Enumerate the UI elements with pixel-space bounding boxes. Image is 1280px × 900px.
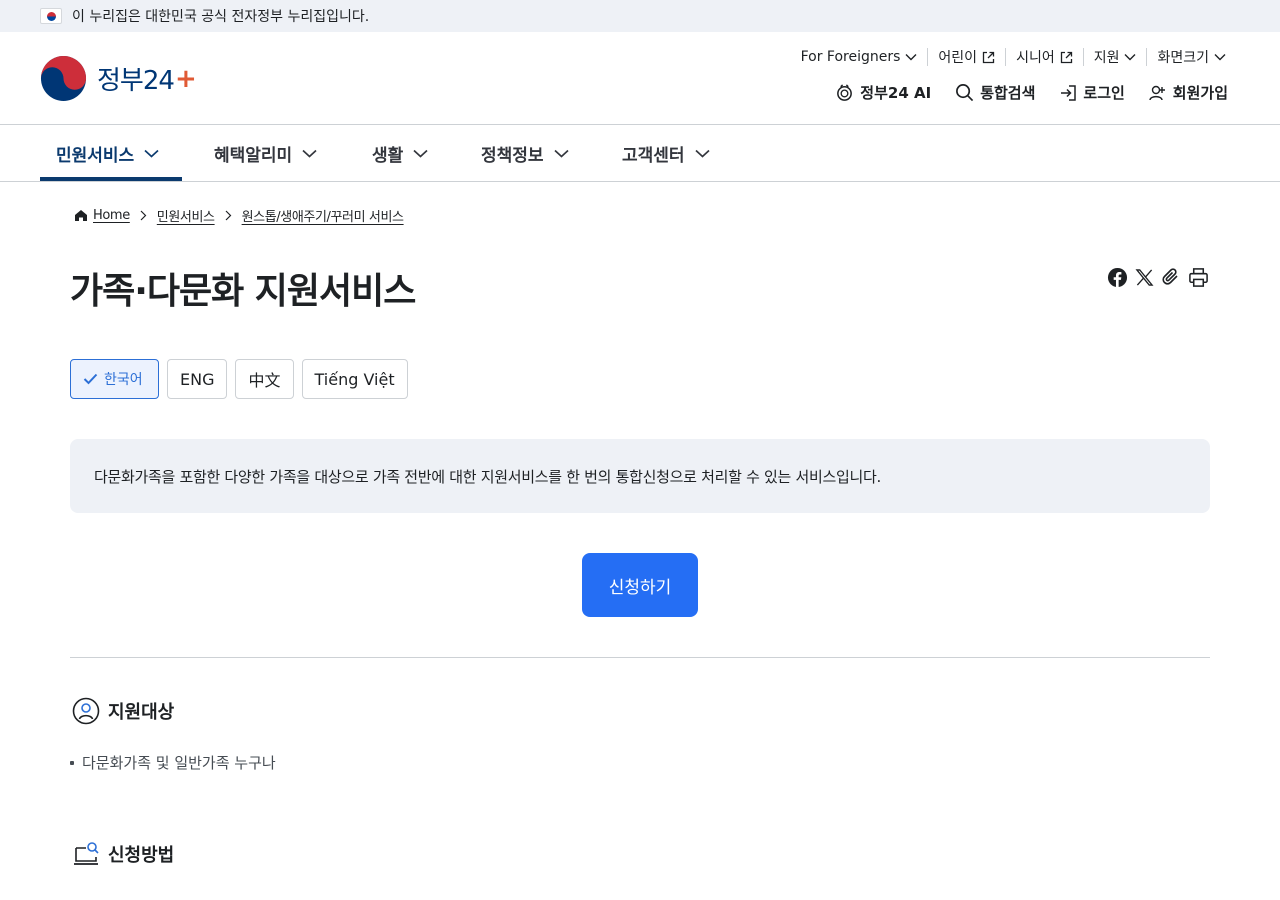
ai-icon bbox=[837, 84, 853, 101]
chevron-down-icon bbox=[144, 149, 159, 158]
chevron-down-icon bbox=[1124, 54, 1136, 61]
gov-banner-text: 이 누리집은 대한민국 공식 전자정부 누리집입니다. bbox=[72, 9, 370, 25]
gov-emblem-icon bbox=[40, 55, 87, 102]
apply-button[interactable]: 신청하기 bbox=[582, 553, 698, 617]
lang-vietnamese[interactable]: Tiếng Việt bbox=[301, 359, 408, 399]
gnb-civil-services[interactable]: 민원서비스 bbox=[56, 125, 159, 181]
chevron-right-icon bbox=[225, 210, 232, 221]
gnb-benefit-alerts[interactable]: 혜택알리미 bbox=[214, 125, 317, 181]
x-twitter-icon[interactable] bbox=[1133, 266, 1155, 288]
facebook-icon[interactable] bbox=[1106, 266, 1128, 288]
service-description: 다문화가족을 포함한 다양한 가족을 대상으로 가족 전반에 대한 지원서비스를… bbox=[70, 439, 1210, 513]
gnb-policy-info[interactable]: 정책정보 bbox=[481, 125, 569, 181]
chevron-down-icon bbox=[553, 149, 569, 158]
chevron-right-icon bbox=[140, 210, 147, 221]
main-navigation: 민원서비스 혜택알리미 생활 정책정보 고객센터 bbox=[0, 125, 1280, 182]
service-description-text: 다문화가족을 포함한 다양한 가족을 대상으로 가족 전반에 대한 지원서비스를… bbox=[94, 467, 881, 486]
paperclip-icon[interactable] bbox=[1160, 266, 1182, 288]
gov24-ai-button[interactable]: 정부24 AI bbox=[835, 82, 931, 103]
breadcrumb-civil-services[interactable]: 민원서비스 bbox=[157, 206, 215, 225]
utility-links-bottom: 정부24 AI 통합검색 로그인 회원가입 bbox=[811, 82, 1228, 103]
util-for-foreigners[interactable]: For Foreigners bbox=[791, 48, 928, 66]
chevron-down-icon bbox=[413, 149, 428, 158]
gnb-customer-center[interactable]: 고객센터 bbox=[622, 125, 710, 181]
lang-english[interactable]: ENG bbox=[167, 359, 228, 399]
util-senior[interactable]: 시니어 bbox=[1005, 48, 1083, 66]
home-icon bbox=[74, 209, 88, 222]
chevron-down-icon bbox=[905, 54, 917, 61]
breadcrumb-onestop[interactable]: 원스톱/생애주기/꾸러미 서비스 bbox=[242, 206, 404, 225]
add-user-icon bbox=[1149, 85, 1165, 100]
site-header: 정부24 + For Foreigners 어린이 시니어 지원 화면크기 정부2… bbox=[0, 32, 1280, 125]
external-link-icon bbox=[982, 51, 995, 63]
language-selector: 한국어 ENG 中文 Tiếng Việt bbox=[70, 359, 416, 399]
korea-flag-icon bbox=[40, 8, 62, 24]
signup-button[interactable]: 회원가입 bbox=[1149, 82, 1228, 103]
integrated-search-button[interactable]: 통합검색 bbox=[955, 82, 1035, 103]
section-divider bbox=[70, 657, 1210, 658]
gnb-active-indicator bbox=[40, 177, 182, 181]
gnb-life[interactable]: 생활 bbox=[372, 125, 428, 181]
breadcrumb-home[interactable]: Home bbox=[93, 208, 130, 223]
gov-official-banner: 이 누리집은 대한민국 공식 전자정부 누리집입니다. bbox=[0, 0, 1280, 32]
user-circle-icon bbox=[72, 697, 100, 725]
utility-links-top: For Foreigners 어린이 시니어 지원 화면크기 bbox=[791, 48, 1236, 66]
list-item: 다문화가족 및 일반가족 누구나 bbox=[70, 752, 276, 773]
section-target: 지원대상 bbox=[72, 697, 174, 725]
breadcrumb: Home 민원서비스 원스톱/생애주기/꾸러미 서비스 bbox=[74, 206, 404, 225]
print-icon[interactable] bbox=[1187, 266, 1209, 288]
chevron-down-icon bbox=[694, 149, 710, 158]
share-tools bbox=[1106, 266, 1214, 288]
lang-chinese[interactable]: 中文 bbox=[235, 359, 294, 399]
logo-text: 정부24 + bbox=[97, 63, 197, 97]
external-link-icon bbox=[1060, 51, 1072, 63]
login-button[interactable]: 로그인 bbox=[1059, 82, 1125, 103]
util-support[interactable]: 지원 bbox=[1082, 48, 1147, 66]
chevron-down-icon bbox=[302, 149, 317, 158]
laptop-search-icon bbox=[74, 842, 99, 865]
search-icon bbox=[956, 84, 974, 102]
lang-korean[interactable]: 한국어 bbox=[70, 359, 159, 399]
check-icon bbox=[83, 373, 98, 385]
page-title: 가족·다문화 지원서비스 bbox=[70, 271, 416, 312]
util-kids[interactable]: 어린이 bbox=[927, 48, 1005, 66]
util-screen-size[interactable]: 화면크기 bbox=[1146, 48, 1236, 66]
section-method: 신청방법 bbox=[72, 840, 174, 868]
chevron-down-icon bbox=[1214, 54, 1226, 61]
gov24-logo[interactable]: 정부24 + bbox=[40, 55, 197, 102]
login-icon bbox=[1061, 84, 1077, 101]
